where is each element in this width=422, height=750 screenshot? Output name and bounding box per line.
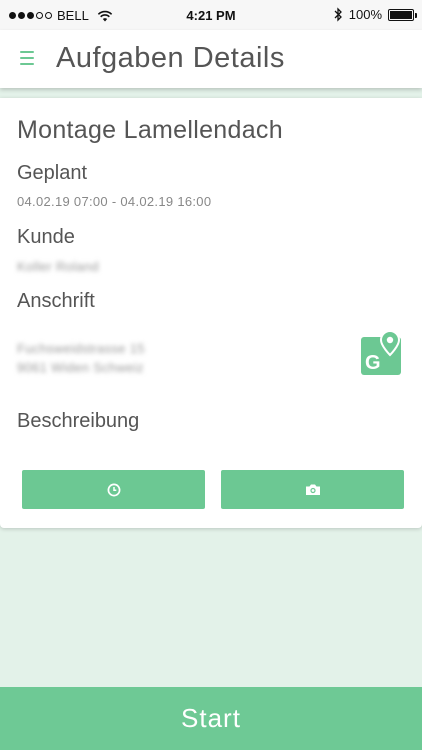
- description-label: Beschreibung: [17, 410, 140, 432]
- google-maps-icon[interactable]: G: [361, 331, 401, 375]
- task-detail-card: Montage Lamellendach Geplant 04.02.19 07…: [0, 98, 422, 528]
- address-label: Anschrift: [17, 290, 95, 312]
- planned-value: 04.02.19 07:00 - 04.02.19 16:00: [17, 194, 212, 209]
- customer-value: Koller Roland: [17, 259, 99, 274]
- battery-percentage: 100%: [348, 7, 382, 22]
- svg-text:G: G: [365, 352, 381, 374]
- hamburger-menu-icon[interactable]: [20, 51, 34, 65]
- camera-icon: [305, 484, 320, 495]
- status-bar: BELL 4:21 PM 100%: [0, 0, 422, 30]
- address-line-1: Fuchsweidstrasse 15: [17, 341, 145, 356]
- bluetooth-icon: [334, 7, 342, 22]
- time-tracking-button[interactable]: [22, 470, 205, 509]
- planned-label: Geplant: [17, 162, 88, 184]
- app-bar: Aufgaben Details: [0, 30, 422, 88]
- page-title: Aufgaben Details: [56, 42, 285, 74]
- task-title: Montage Lamellendach: [17, 116, 283, 144]
- photo-button[interactable]: [221, 470, 404, 509]
- start-button[interactable]: Start: [0, 687, 422, 750]
- status-right: 100%: [333, 7, 417, 22]
- clock-icon: [107, 483, 120, 496]
- address-line-2: 9061 Widen Schweiz: [17, 360, 144, 375]
- battery-icon: [388, 8, 417, 21]
- start-label: Start: [181, 703, 241, 733]
- customer-label: Kunde: [17, 226, 75, 248]
